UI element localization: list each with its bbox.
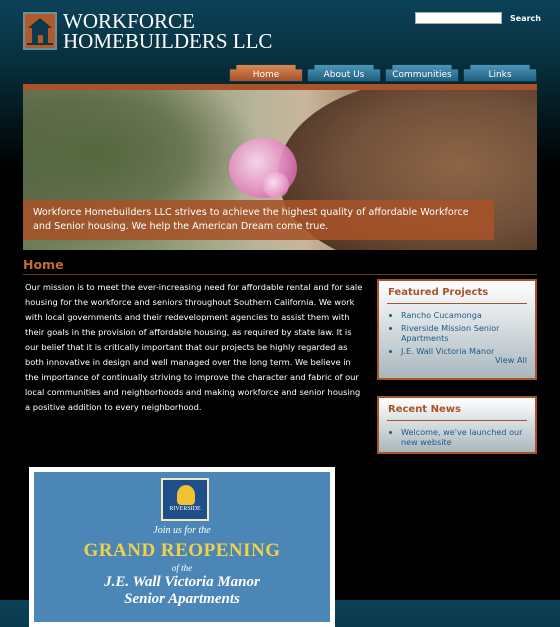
logo-text: WORKFORCE HOMEBUILDERS LLC [63,9,273,53]
seal-label: RIVERSIDE [169,506,201,512]
featured-project-link[interactable]: Riverside Mission Senior Apartments [401,323,535,343]
news-item-link[interactable]: Welcome, we've launched our new website [401,427,535,447]
logo-line-1: WORKFORCE [63,9,195,33]
section-divider [23,274,537,275]
featured-projects-title: Featured Projects [388,287,489,298]
tab-communities[interactable]: Communities [385,64,459,82]
logo-line-2: HOMEBUILDERS LLC [63,29,273,53]
recent-news-box: Recent News Welcome, we've launched our … [377,396,537,454]
search-button[interactable]: Search [510,14,541,23]
box-divider [387,303,527,304]
bell-icon [177,485,195,505]
featured-project-link[interactable]: Rancho Cucamonga [401,310,535,320]
grand-reopening-flyer[interactable]: RIVERSIDE Join us for the GRAND REOPENIN… [29,467,335,627]
flyer-invite: Join us for the [153,525,211,536]
featured-projects-box: Featured Projects Rancho Cucamonga River… [377,279,537,380]
page-title: Home [23,257,64,272]
box-divider [387,420,527,421]
city-seal-icon: RIVERSIDE [161,478,209,521]
hero-image: Workforce Homebuilders LLC strives to ac… [23,90,537,250]
flyer-manor: J.E. Wall Victoria Manor [104,574,260,590]
mission-text: Our mission is to meet the ever-increasi… [25,282,363,412]
flyer-of-the: of the [171,563,193,573]
recent-news-title: Recent News [388,404,461,415]
search-input[interactable] [415,12,502,24]
site-logo[interactable]: WORKFORCE HOMEBUILDERS LLC [23,9,273,53]
tab-about-us[interactable]: About Us [307,64,381,82]
hero-caption: Workforce Homebuilders LLC strives to ac… [23,200,494,240]
tab-home[interactable]: Home [229,64,303,82]
tab-links[interactable]: Links [463,64,537,82]
search-bar: Search [415,12,541,24]
main-nav: Home About Us Communities Links [229,64,541,82]
house-logo-icon [23,12,57,50]
flyer-headline: GRAND REOPENING [83,540,281,561]
view-all-link[interactable]: View All [495,355,527,365]
